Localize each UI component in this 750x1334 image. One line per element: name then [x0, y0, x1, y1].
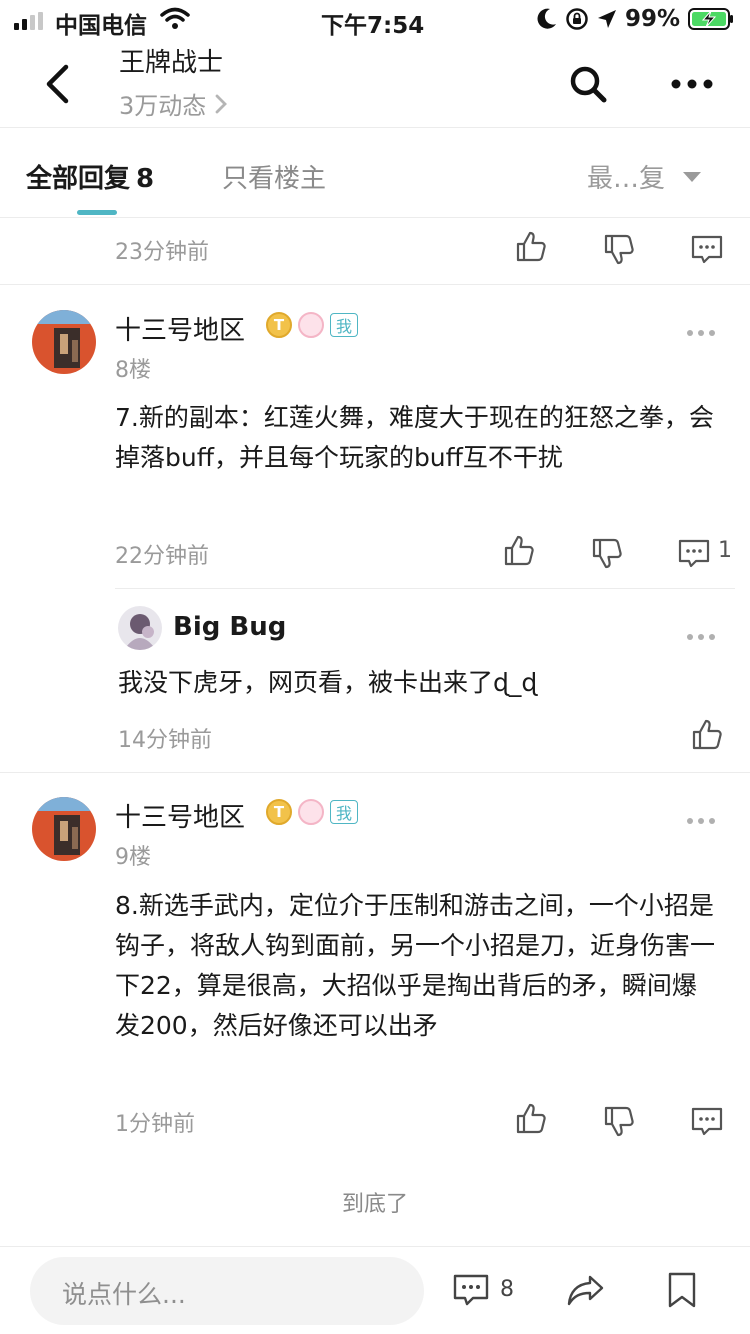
like-icon[interactable] [514, 230, 548, 264]
share-icon[interactable] [566, 1271, 606, 1309]
reply-avatar-image [118, 606, 162, 650]
comment-time: 23分钟前 [115, 240, 209, 265]
end-of-list: 到底了 [341, 1192, 408, 1217]
nav-bar: 王牌战士 3万动态 [0, 40, 750, 128]
avatar[interactable] [32, 310, 96, 374]
bottom-bar: 说点什么... 8 [0, 1246, 750, 1334]
moon-icon [537, 8, 556, 29]
tab-all-replies[interactable]: 全部回复 8 [26, 158, 154, 195]
tab-owner-only[interactable]: 只看楼主 [222, 158, 326, 195]
post-time: 22分钟前 [115, 544, 209, 569]
floor-number: 9楼 [115, 845, 151, 870]
status-time: 下午7:54 [321, 13, 425, 39]
post-more-icon[interactable] [686, 328, 716, 338]
comment-icon[interactable] [690, 1104, 724, 1138]
reply-avatar[interactable] [118, 606, 162, 650]
avatar-image [32, 797, 96, 861]
dislike-icon[interactable] [602, 232, 636, 266]
location-icon [597, 10, 616, 28]
forum-subtitle[interactable]: 3万动态 [119, 86, 228, 121]
status-bar: 中国电信 下午7:54 99% [0, 0, 750, 40]
avatar-image [32, 310, 96, 374]
reply-count: 1 [718, 538, 732, 563]
comment-input[interactable]: 说点什么... [30, 1257, 424, 1325]
rotation-lock-icon [566, 8, 588, 30]
more-icon[interactable] [670, 70, 714, 98]
comments-icon[interactable] [452, 1271, 490, 1309]
fan-badge-icon [298, 312, 324, 338]
sort-dropdown[interactable]: 最…复 [587, 158, 702, 195]
battery-percent: 99% [624, 6, 680, 32]
carrier-label: 中国电信 [55, 13, 147, 39]
signal-icon [14, 12, 43, 30]
back-icon[interactable] [40, 62, 76, 106]
caret-down-icon [683, 171, 702, 182]
divider [0, 772, 750, 773]
user-name[interactable]: 十三号地区 [115, 797, 245, 834]
me-badge: 我 [330, 313, 358, 337]
avatar[interactable] [32, 797, 96, 861]
post-time: 1分钟前 [115, 1112, 195, 1137]
chevron-right-icon [215, 94, 228, 113]
divider [0, 284, 750, 285]
bookmark-icon[interactable] [666, 1271, 698, 1309]
reply-content: 我没下虎牙，网页看，被卡出来了ɖ_ɖ [118, 668, 538, 697]
reply-time: 14分钟前 [118, 728, 212, 753]
like-icon[interactable] [690, 718, 724, 752]
post-content: 8.新选手武内，定位介于压制和游击之间，一个小招是钩子，将敌人钩到面前，另一个小… [115, 891, 716, 1040]
like-icon[interactable] [514, 1102, 548, 1136]
comments-count: 8 [500, 1277, 514, 1302]
activity-count: 3万动态 [119, 92, 207, 120]
me-badge: 我 [330, 800, 358, 824]
comment-icon[interactable] [690, 232, 724, 266]
comment-icon[interactable] [677, 536, 711, 570]
user-badges: T 我 [266, 799, 358, 825]
divider [115, 588, 735, 589]
user-name[interactable]: 十三号地区 [115, 310, 245, 347]
tab-all-count: 8 [136, 164, 155, 194]
dislike-icon[interactable] [602, 1104, 636, 1138]
tab-active-indicator [77, 210, 117, 215]
battery-charging-icon [688, 8, 733, 30]
reply-tabs: 全部回复 8 只看楼主 最…复 [0, 128, 750, 218]
reply-more-icon[interactable] [686, 632, 716, 642]
tab-all-label: 全部回复 [26, 164, 131, 194]
floor-number: 8楼 [115, 358, 151, 383]
search-icon[interactable] [568, 64, 608, 104]
sort-label: 最…复 [587, 164, 666, 194]
user-badges: T 我 [266, 312, 358, 338]
status-right: 99% [537, 6, 734, 32]
level-badge-icon: T [266, 312, 292, 338]
wifi-icon [160, 7, 190, 29]
like-icon[interactable] [502, 534, 536, 568]
post-content: 7.新的副本：红莲火舞，难度大于现在的狂怒之拳，会掉落buff，并且每个玩家的b… [115, 403, 714, 472]
level-badge-icon: T [266, 799, 292, 825]
dislike-icon[interactable] [590, 536, 624, 570]
post-more-icon[interactable] [686, 816, 716, 826]
forum-title[interactable]: 王牌战士 [119, 42, 223, 79]
fan-badge-icon [298, 799, 324, 825]
reply-user-name[interactable]: Big Bug [173, 612, 286, 642]
